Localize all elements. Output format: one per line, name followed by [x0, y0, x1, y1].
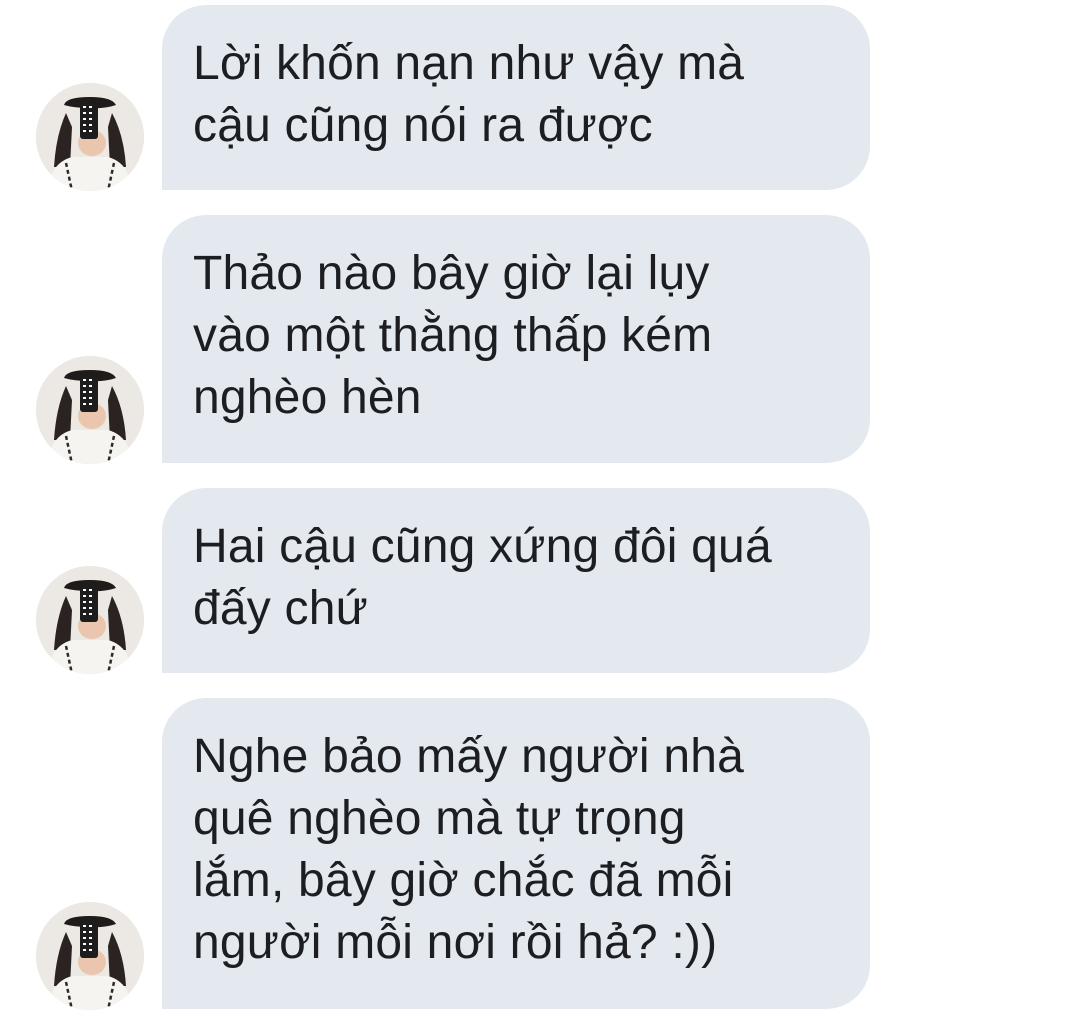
message-text: Thảo nào bây giờ lại lụy vào một thằng t…: [193, 247, 713, 424]
message-bubble[interactable]: Nghe bảo mấy người nhà quê nghèo mà tự t…: [162, 698, 870, 1009]
message-text: Lời khốn nạn như vậy mà cậu cũng nói ra …: [193, 37, 745, 152]
profile-photo-icon: [36, 566, 144, 674]
message-bubble[interactable]: Lời khốn nạn như vậy mà cậu cũng nói ra …: [162, 5, 870, 190]
message-text: Nghe bảo mấy người nhà quê nghèo mà tự t…: [193, 730, 745, 969]
message-bubble[interactable]: Hai cậu cũng xứng đôi quá đấy chứ: [162, 488, 870, 673]
profile-photo-icon: [36, 83, 144, 191]
avatar[interactable]: [36, 902, 144, 1010]
profile-photo-icon: [36, 356, 144, 464]
avatar[interactable]: [36, 83, 144, 191]
avatar[interactable]: [36, 356, 144, 464]
message-bubble[interactable]: Thảo nào bây giờ lại lụy vào một thằng t…: [162, 215, 870, 463]
avatar[interactable]: [36, 566, 144, 674]
profile-photo-icon: [36, 902, 144, 1010]
message-text: Hai cậu cũng xứng đôi quá đấy chứ: [193, 520, 772, 635]
